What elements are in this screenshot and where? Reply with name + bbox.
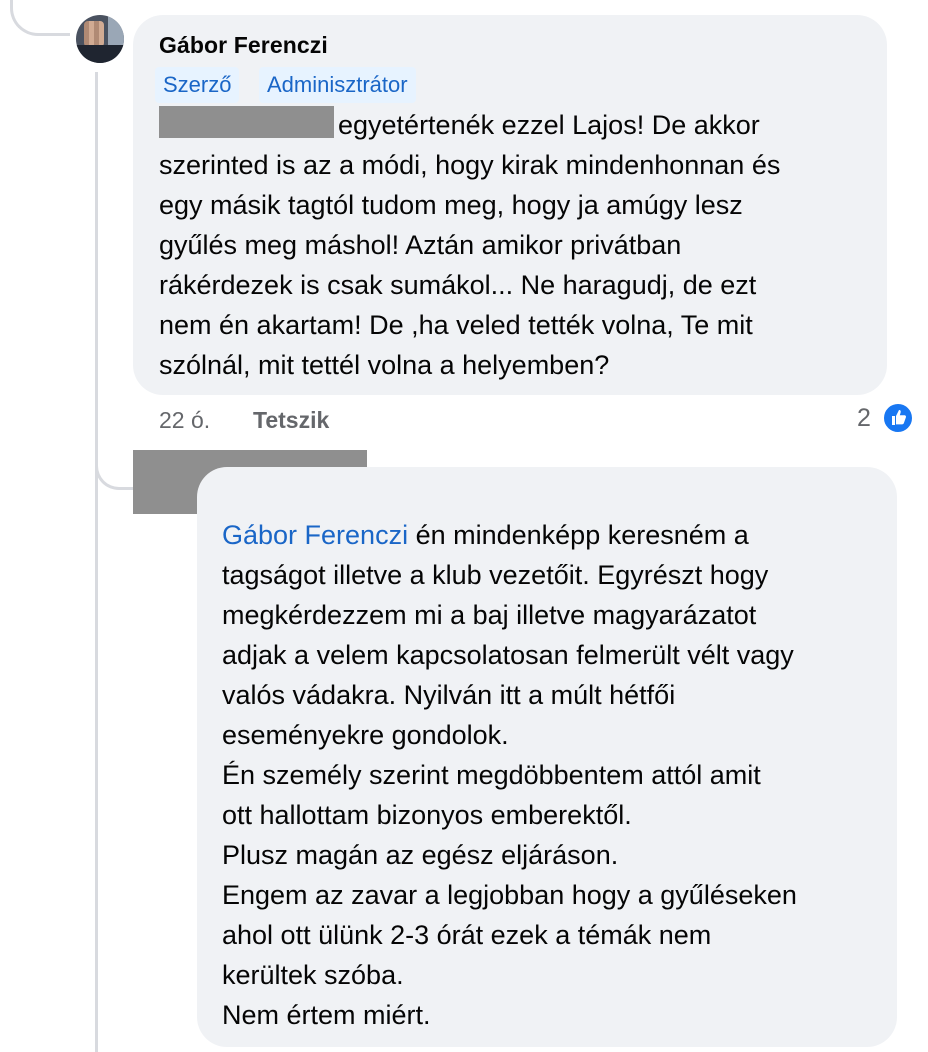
reply-line: tagságot illetve a klub vezetőit. Egyrés…: [222, 560, 769, 590]
thumbs-up-icon[interactable]: [882, 402, 914, 434]
reply-line: ahol ott ülünk 2-3 órát ezek a témák nem: [222, 920, 712, 950]
like-button[interactable]: Tetszik: [253, 407, 329, 434]
reply-line: Én személy szerint megdöbbentem attól am…: [222, 760, 761, 790]
comment-author[interactable]: Gábor Ferenczi: [159, 32, 328, 59]
avatar-pixelated-face: [84, 21, 104, 47]
reply-line: Plusz magán az egész eljáráson.: [222, 840, 619, 870]
thread-connector-top: [10, 0, 70, 36]
avatar-background: [108, 15, 124, 45]
comment-text-body: egyetértenék ezzel Lajos! De akkor szeri…: [159, 110, 781, 380]
reply-line: kerültek szóba.: [222, 960, 404, 990]
reply-text: Gábor Ferenczi én mindenképp keresném a …: [222, 515, 882, 1035]
redacted-name: [159, 106, 334, 138]
reply-line: ott hallottam bizonyos emberektől.: [222, 800, 632, 830]
reply-line: Nem értem miért.: [222, 1000, 431, 1030]
reaction-count[interactable]: 2: [857, 404, 871, 433]
reply-line: eseményekre gondolok.: [222, 720, 509, 750]
avatar-shirt: [76, 45, 124, 63]
badge-author: Szerző: [155, 67, 240, 103]
avatar[interactable]: [76, 15, 124, 63]
reply-line: megkérdezzem mi a baj illetve magyarázat…: [222, 600, 757, 630]
mention-link[interactable]: Gábor Ferenczi: [222, 520, 408, 550]
reply-first-line-rest: én mindenképp keresném a: [408, 520, 749, 550]
badge-admin: Adminisztrátor: [259, 67, 416, 103]
reply-connector: [95, 440, 137, 490]
comment-text: egyetértenék ezzel Lajos! De akkor szeri…: [159, 105, 879, 385]
reply-first-line: Gábor Ferenczi én mindenképp keresném a: [222, 515, 882, 555]
reply-line: adjak a velem kapcsolatosan felmerült vé…: [222, 640, 794, 670]
reply-line: Engem az zavar a legjobban hogy a gyűlés…: [222, 880, 797, 910]
reply-line: valós vádakra. Nyilván itt a múlt hétfői: [222, 680, 676, 710]
thread-line: [95, 72, 98, 1052]
comment-timestamp[interactable]: 22 ó.: [159, 407, 210, 434]
